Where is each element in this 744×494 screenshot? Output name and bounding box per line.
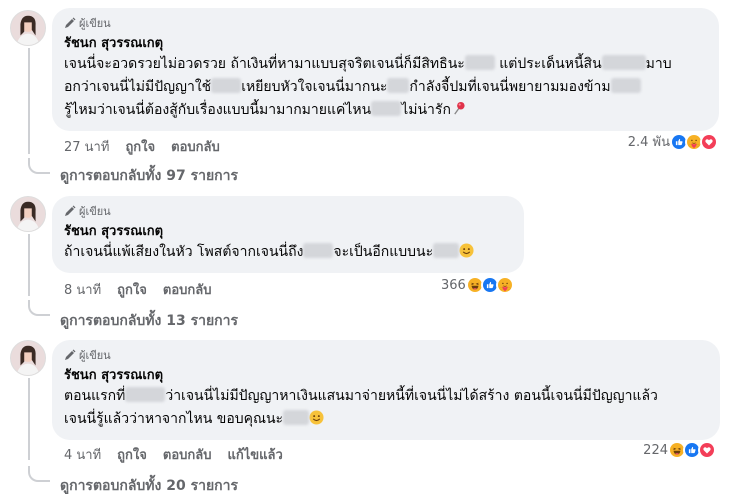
reaction-count: 2.4 พัน: [627, 135, 670, 150]
comment-text-segment: กำลังจี้ปมที่เจนนี่พยายามมองข้าม: [409, 79, 611, 95]
comment-line: ตอนแรกที่ ว่าเจนนี่ไม่มีปัญญาหาเงินแสนมาจ…: [64, 385, 708, 408]
thread-connector: [28, 300, 50, 316]
reaction-summary[interactable]: 2.4 พัน: [628, 131, 718, 152]
redacted-text: [125, 387, 166, 402]
care-icon: [495, 276, 514, 294]
reaction-summary[interactable]: 366: [441, 276, 514, 294]
comment-text-segment: เจนนี่จะอวดรวยไม่อวดรวย ถ้าเงินที่หามาแบ…: [64, 56, 465, 72]
redacted-text: [283, 410, 310, 425]
comment-line: อกว่าเจนนี่ไม่มีปัญญาใช้ เหยียบหัวใจเจนนี…: [64, 76, 707, 99]
pencil-icon: [65, 205, 76, 216]
author-badge-label: ผู้เขียน: [79, 205, 111, 218]
avatar[interactable]: [10, 10, 46, 46]
smile-emoji-icon: [459, 243, 474, 258]
reply-button[interactable]: ตอบกลับ: [171, 136, 220, 157]
comment-text: ตอนแรกที่ ว่าเจนนี่ไม่มีปัญญาหาเงินแสนมาจ…: [64, 385, 708, 431]
reaction-count: 366: [441, 277, 466, 293]
comment-line: เจนนี่จะอวดรวยไม่อวดรวย ถ้าเงินที่หามาแบ…: [64, 53, 707, 76]
view-replies-link[interactable]: ดูการตอบกลับทั้ง 13 รายการ: [60, 310, 238, 332]
pencil-icon: [65, 349, 76, 360]
pushpin-emoji-icon: [451, 101, 466, 116]
comment-text-segment: ตอนแรกที่: [64, 388, 126, 404]
comment-text-segment: มาบ: [645, 56, 672, 72]
reaction-summary[interactable]: 224: [643, 441, 716, 459]
love-icon: [700, 132, 718, 151]
comment-actions: 27 นาที ถูกใจ ตอบกลับ: [64, 136, 236, 157]
reply-button[interactable]: ตอบกลับ: [163, 279, 212, 300]
comment-bubble: ผู้เขียน รัชนก สุวรรณเกตุ ตอนแรกที่ ว่าเจ…: [52, 340, 720, 440]
thread-connector: [28, 466, 50, 482]
comment-text-segment: เหยียบหัวใจเจนนี่มากนะ: [241, 79, 388, 95]
redacted-text: [610, 78, 641, 93]
comment-text-segment: ไม่น่ารัก: [401, 102, 451, 118]
comment-time[interactable]: 27 นาที: [64, 136, 109, 157]
comment-line: เจนนี่รู้แล้วว่าหาจากไหน ขอบคุณนะ: [64, 408, 708, 431]
comment-time[interactable]: 8 นาที: [64, 279, 101, 300]
thread-connector: [28, 158, 50, 174]
redacted-text: [601, 55, 646, 70]
comment-text-segment: แต่ประเด็นหนี้สิน: [494, 56, 602, 72]
comment-text-segment: เจนนี่รู้แล้วว่าหาจากไหน ขอบคุณนะ: [64, 411, 284, 427]
love-icon: [698, 441, 716, 459]
comment-line: รู้ไหมว่าเจนนี่ต้องสู้กับเรื่องแบบนี้มาม…: [64, 99, 707, 122]
comment-time[interactable]: 4 นาที: [64, 444, 101, 465]
view-replies-link[interactable]: ดูการตอบกลับทั้ง 20 รายการ: [60, 475, 238, 494]
author-name[interactable]: รัชนก สุวรรณเกตุ: [64, 367, 708, 384]
comment-text: ถ้าเจนนี่แพ้เสียงในหัว โพสต์จากเจนนี่ถึง…: [64, 241, 512, 264]
thread-line: [28, 234, 30, 296]
pencil-icon: [65, 17, 76, 28]
smile-emoji-icon: [309, 410, 324, 425]
redacted-text: [303, 243, 334, 258]
author-badge: ผู้เขียน: [64, 16, 707, 30]
comment-text-segment: อกว่าเจนนี่ไม่มีปัญญาใช้: [64, 79, 212, 95]
comment-bubble: ผู้เขียน รัชนก สุวรรณเกตุ เจนนี่จะอวดรวย…: [52, 8, 719, 131]
avatar[interactable]: [10, 196, 46, 232]
redacted-text: [387, 78, 410, 93]
comment-text-segment: ว่าเจนนี่ไม่มีปัญญาหาเงินแสนมาจ่ายหนี้ที…: [165, 388, 658, 404]
comment-bubble: ผู้เขียน รัชนก สุวรรณเกตุ ถ้าเจนนี่แพ้เส…: [52, 196, 524, 273]
redacted-text: [371, 101, 402, 116]
author-name[interactable]: รัชนก สุวรรณเกตุ: [64, 223, 512, 240]
comment-text-segment: ถ้าเจนนี่แพ้เสียงในหัว โพสต์จากเจนนี่ถึง: [64, 244, 304, 260]
author-name[interactable]: รัชนก สุวรรณเกตุ: [64, 35, 707, 52]
avatar[interactable]: [10, 340, 46, 376]
comment-text: เจนนี่จะอวดรวยไม่อวดรวย ถ้าเงินที่หามาแบ…: [64, 53, 707, 122]
edited-label[interactable]: แก้ไขแล้ว: [227, 444, 282, 465]
comment-actions: 8 นาที ถูกใจ ตอบกลับ: [64, 279, 227, 300]
author-badge-label: ผู้เขียน: [79, 349, 111, 362]
like-button[interactable]: ถูกใจ: [117, 444, 147, 465]
redacted-text: [433, 243, 460, 258]
view-replies-link[interactable]: ดูการตอบกลับทั้ง 97 รายการ: [60, 165, 238, 187]
comment-text-segment: จะเป็นอีกแบบนะ: [333, 244, 434, 260]
comment-actions: 4 นาที ถูกใจ ตอบกลับ แก้ไขแล้ว: [64, 444, 299, 465]
author-badge: ผู้เขียน: [64, 348, 708, 362]
comment-line: ถ้าเจนนี่แพ้เสียงในหัว โพสต์จากเจนนี่ถึง…: [64, 241, 512, 264]
thread-line: [28, 48, 30, 154]
comment-text-segment: รู้ไหมว่าเจนนี่ต้องสู้กับเรื่องแบบนี้มาม…: [64, 102, 372, 118]
author-badge: ผู้เขียน: [64, 204, 512, 218]
redacted-text: [464, 55, 495, 70]
author-badge-label: ผู้เขียน: [79, 17, 111, 30]
redacted-text: [211, 78, 242, 93]
thread-line: [28, 378, 30, 460]
reply-button[interactable]: ตอบกลับ: [163, 444, 212, 465]
like-button[interactable]: ถูกใจ: [125, 136, 155, 157]
like-button[interactable]: ถูกใจ: [117, 279, 147, 300]
reaction-count: 224: [643, 442, 668, 458]
